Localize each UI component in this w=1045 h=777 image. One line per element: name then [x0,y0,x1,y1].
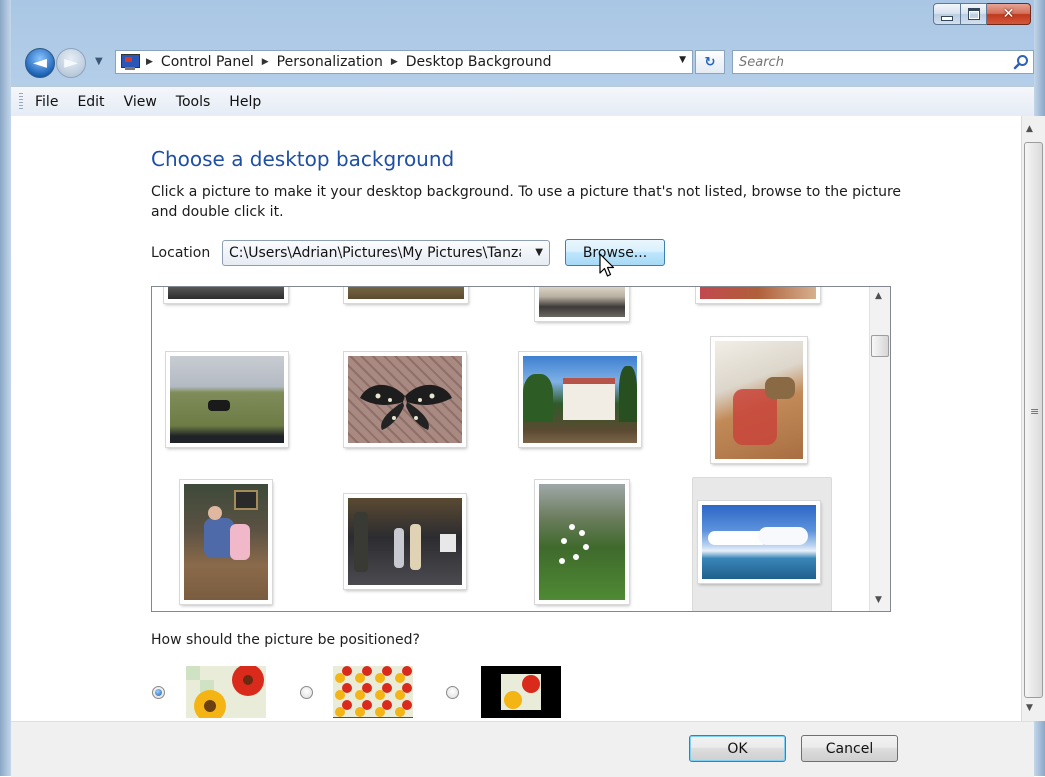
scroll-grip-icon: ≡ [1030,405,1040,418]
forward-arrow-icon: ► [64,52,78,73]
position-radio-tile[interactable] [300,686,313,699]
page-title: Choose a desktop background [151,147,455,171]
window-border-left [0,0,11,776]
position-label: How should the picture be positioned? [151,632,420,648]
recent-pages-dropdown[interactable]: ▼ [95,56,103,67]
breadcrumb-desktop-background[interactable]: Desktop Background [406,54,552,70]
refresh-button[interactable]: ↻ [695,50,725,74]
location-dropdown[interactable]: C:\Users\Adrian\Pictures\My Pictures\Tan… [222,240,550,266]
main-scrollbar[interactable]: ▲ ≡ ▼ [1021,116,1045,721]
position-option-center[interactable] [481,666,561,718]
close-button[interactable]: ✕ [987,3,1031,25]
back-arrow-icon: ◄ [33,52,47,73]
picture-thumbnail[interactable] [711,337,807,463]
picture-list-scrollbar[interactable]: ▲ ▼ [869,287,890,611]
menu-file[interactable]: File [35,94,58,110]
menu-edit[interactable]: Edit [77,94,104,110]
page-description: Click a picture to make it your desktop … [151,184,902,220]
picture-thumbnail[interactable] [164,287,288,303]
picture-thumbnail[interactable] [344,494,466,589]
forward-button[interactable]: ► [56,48,86,78]
picture-thumbnail[interactable] [180,480,272,604]
breadcrumb-control-panel[interactable]: Control Panel [161,54,254,70]
menu-tools[interactable]: Tools [176,94,211,110]
picture-thumbnail[interactable] [166,352,288,447]
control-panel-icon [120,54,140,70]
caption-buttons: ✕ [933,3,1031,25]
breadcrumb-personalization[interactable]: Personalization [277,54,383,70]
close-icon: ✕ [1002,6,1015,22]
maximize-button[interactable] [961,3,987,25]
dropdown-arrow-icon[interactable]: ▼ [535,247,543,258]
search-box[interactable] [732,50,1034,74]
breadcrumb-separator-icon[interactable]: ▶ [391,57,398,67]
position-radio-fit[interactable] [152,686,165,699]
picture-thumbnail[interactable] [535,287,629,321]
scroll-thumb[interactable] [871,335,889,357]
position-radio-center[interactable] [446,686,459,699]
position-option-tile[interactable] [333,666,413,718]
scroll-down-icon[interactable]: ▼ [875,595,882,605]
address-dropdown-icon[interactable]: ▼ [679,55,686,65]
search-icon[interactable] [1013,54,1029,70]
refresh-icon: ↻ [704,54,716,70]
back-button[interactable]: ◄ [25,48,55,78]
breadcrumb-separator-icon[interactable]: ▶ [262,57,269,67]
mouse-cursor-icon [599,253,615,277]
menu-bar: File Edit View Tools Help [11,86,1034,117]
picture-thumbnail-selected[interactable] [698,501,820,583]
search-input[interactable] [733,51,1003,73]
picture-thumbnail[interactable] [535,480,629,604]
menu-view[interactable]: View [124,94,157,110]
menu-help[interactable]: Help [229,94,261,110]
scroll-thumb[interactable]: ≡ [1024,142,1043,698]
ok-button[interactable]: OK [689,735,786,762]
menu-grip [19,92,23,111]
cancel-button[interactable]: Cancel [801,735,898,762]
picture-thumbnail[interactable] [519,352,641,447]
minimize-button[interactable] [933,3,961,25]
picture-thumbnail[interactable] [344,352,466,447]
address-bar[interactable]: ▶ Control Panel ▶ Personalization ▶ Desk… [115,50,693,74]
scroll-up-icon[interactable]: ▲ [1026,124,1033,134]
picture-list[interactable]: ▲ ▼ [151,286,891,612]
position-option-fit[interactable] [186,666,266,718]
maximize-icon [967,8,980,20]
breadcrumb-separator-icon[interactable]: ▶ [146,57,153,67]
minimize-icon [941,15,953,21]
picture-thumbnail[interactable] [344,287,468,303]
scroll-up-icon[interactable]: ▲ [875,291,882,301]
location-value: C:\Users\Adrian\Pictures\My Pictures\Tan… [229,245,521,261]
navigation-bar: ◄ ► ▼ ▶ Control Panel ▶ Personalization … [11,44,1034,80]
location-label: Location [151,245,211,261]
picture-thumbnail[interactable] [696,287,820,303]
scroll-down-icon[interactable]: ▼ [1026,703,1033,713]
